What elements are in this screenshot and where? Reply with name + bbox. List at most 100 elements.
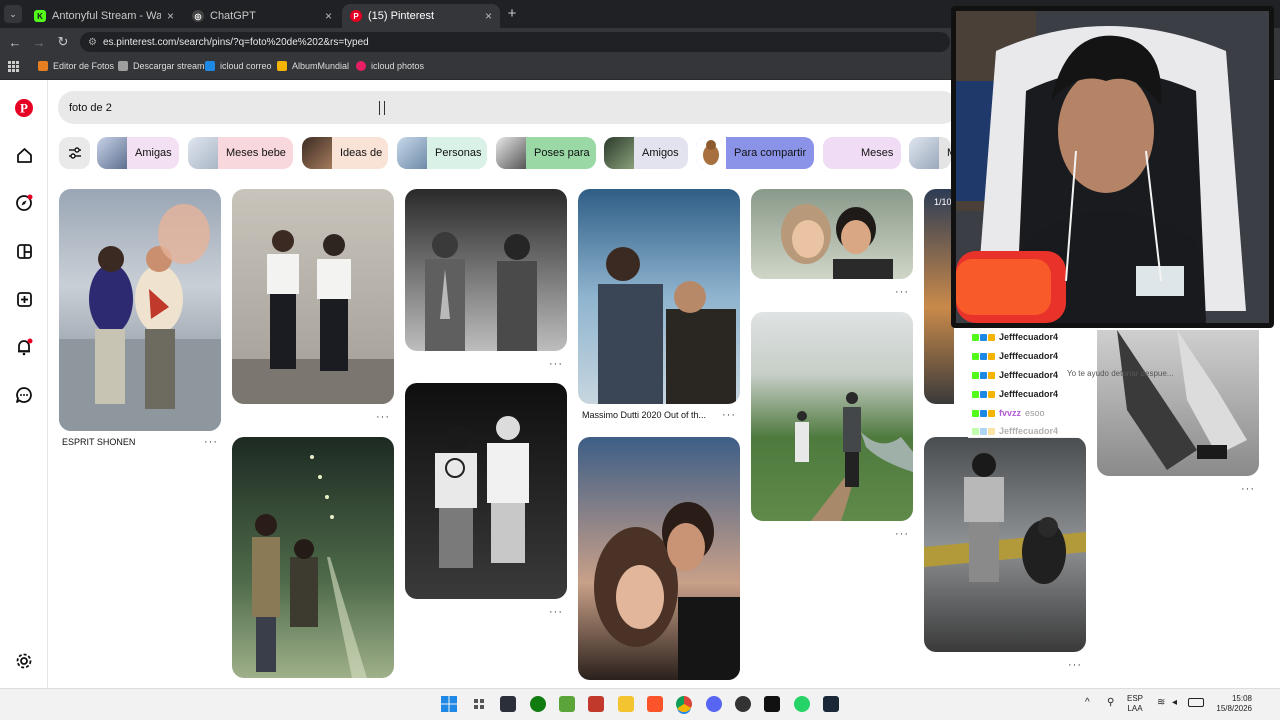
pin-image[interactable] [1097,330,1259,476]
explore-icon[interactable] [12,191,36,215]
battery-icon[interactable] [1188,698,1204,707]
close-icon[interactable]: × [167,9,174,23]
volume-icon[interactable]: ◂ [1172,697,1177,708]
windows-start-icon[interactable] [441,696,457,712]
pin-image[interactable] [232,437,394,678]
create-icon[interactable] [12,287,36,311]
chip-para-compartir[interactable]: Para compartir [696,137,814,169]
forward-icon[interactable]: → [30,33,48,51]
bookmark-icon [277,61,287,71]
search-value: foto de 2 [69,101,112,114]
new-tab-button[interactable]: + [504,5,520,22]
close-icon[interactable]: × [325,9,332,23]
settings-gear-icon[interactable] [12,649,36,673]
notifications-icon[interactable] [12,335,36,359]
store-icon[interactable] [500,696,516,712]
xbox-icon[interactable] [530,696,546,712]
more-options-icon[interactable]: ··· [895,286,909,298]
chip-thumbnail [823,137,853,169]
pin-image[interactable] [751,189,913,279]
badge-icon [972,333,979,341]
wifi-icon[interactable]: ≋ [1157,697,1165,708]
whatsapp-icon[interactable] [794,696,810,712]
svg-text:P: P [20,101,28,116]
home-icon[interactable] [12,143,36,167]
reload-icon[interactable]: ↻ [54,33,72,51]
pin-image[interactable] [578,189,740,404]
badge-icon [988,333,995,341]
chip-label: Personas [435,147,482,159]
tab-chatgpt[interactable]: ◎ ChatGPT × [184,4,340,28]
more-options-icon[interactable]: ··· [549,606,563,618]
more-options-icon[interactable]: ··· [1241,483,1255,495]
site-info-icon[interactable]: ⚙ [88,37,97,48]
more-options-icon[interactable]: ··· [376,411,390,423]
bookmark-icloud-photos[interactable]: icloud photos [356,61,424,71]
boards-icon[interactable] [12,239,36,263]
messages-icon[interactable] [12,383,36,407]
more-options-icon[interactable]: ··· [722,409,736,421]
pin-image[interactable] [578,437,740,680]
pin-image[interactable] [751,312,913,521]
bookmark-icloud-correo[interactable]: icloud correo [205,61,272,71]
brave-icon[interactable] [647,696,663,712]
pin-image[interactable] [405,383,567,599]
tab-search-icon[interactable]: ⌄ [4,5,22,23]
pin-image[interactable] [59,189,221,431]
chat-username: Jefffecuador4 [999,351,1059,361]
bookmark-editor-de-fotos[interactable]: Editor de Fotos [38,61,114,71]
chip-meses-bebe[interactable]: Meses bebe [188,137,293,169]
search-input[interactable]: foto de 2 [58,91,958,124]
bookmark-descargar-stream[interactable]: Descargar stream [118,61,205,71]
pin-title[interactable]: Massimo Dutti 2020 Out of th... [582,410,706,420]
chip-personas[interactable]: Personas [397,137,487,169]
game-launcher-icon[interactable] [588,696,604,712]
bookmark-albummundial[interactable]: AlbumMundial [277,61,349,71]
apps-icon[interactable] [8,61,19,72]
url-bar[interactable]: ⚙ es.pinterest.com/search/pins/?q=foto%2… [80,32,950,52]
show-hidden-icons-icon[interactable]: ^ [1085,697,1090,708]
pin-title[interactable]: ESPRIT SHONEN [62,437,135,447]
file-explorer-icon[interactable] [618,696,634,712]
pin-image[interactable] [405,189,567,351]
pin-image[interactable]: 1/10 [924,189,954,404]
more-options-icon[interactable]: ··· [549,358,563,370]
back-icon[interactable]: ← [6,33,24,51]
badge-icon [980,333,987,341]
more-options-icon[interactable]: ··· [895,528,909,540]
discord-icon[interactable] [706,696,722,712]
obs-icon[interactable] [735,696,751,712]
task-view-icon[interactable] [471,696,487,712]
clock[interactable]: 15:08 15/8/2026 [1212,694,1252,714]
tab-antonyful-stream[interactable]: K Antonyful Stream - Watch Live × [26,4,182,28]
tab-pinterest[interactable]: P (15) Pinterest × [342,4,500,28]
input-language[interactable]: ESP LAA [1127,694,1143,714]
tab-title: ChatGPT [210,10,256,22]
bookmark-label: icloud photos [371,61,425,71]
pin-image[interactable] [232,189,394,404]
chip-label: Amigos [642,147,679,159]
chip-thumbnail [696,137,726,169]
chip-more[interactable]: M [909,137,951,169]
bookmark-icon [118,61,128,71]
chip-amigas[interactable]: Amigas [97,137,179,169]
steam-icon[interactable] [823,696,839,712]
chip-amigos[interactable]: Amigos [604,137,688,169]
more-options-icon[interactable]: ··· [204,436,218,448]
chat-username: fvvzz [999,408,1022,418]
pinterest-logo-icon[interactable]: P [12,96,36,120]
more-options-icon[interactable]: ··· [1068,659,1082,671]
pin-image[interactable] [924,437,1086,652]
chrome-icon[interactable] [676,696,692,712]
badge-icon [972,409,979,417]
chip-meses[interactable]: Meses [823,137,901,169]
chip-thumbnail [909,137,939,169]
chat-message: Jefffecuador4 [972,368,1058,382]
chip-ideas-de[interactable]: Ideas de [302,137,388,169]
microphone-icon[interactable]: ⚲ [1107,697,1114,708]
filter-button[interactable] [59,137,90,169]
close-icon[interactable]: × [485,9,492,23]
chip-poses-para[interactable]: Poses para [496,137,596,169]
minecraft-icon[interactable] [559,696,575,712]
capcut-icon[interactable] [764,696,780,712]
